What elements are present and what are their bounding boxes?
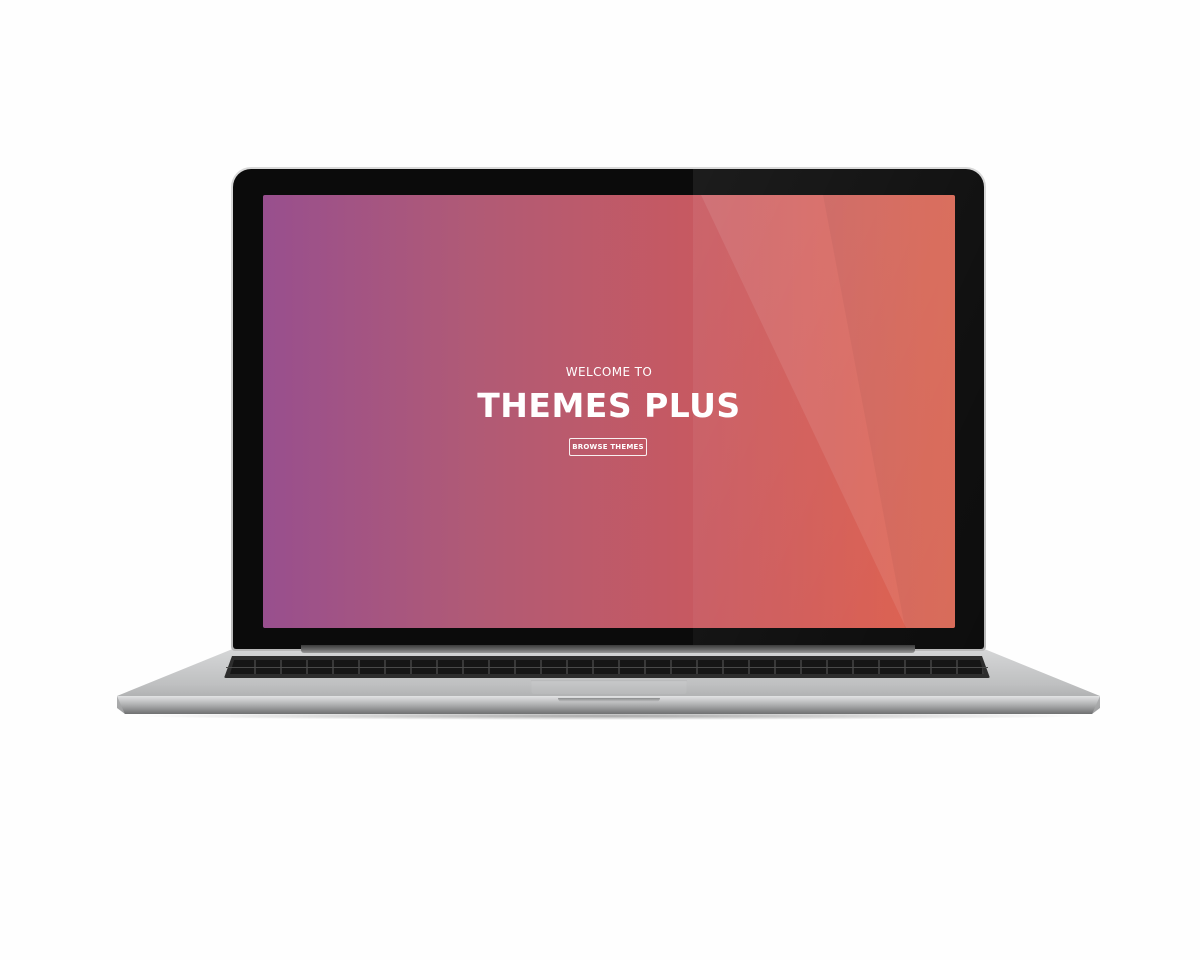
trackpad bbox=[531, 680, 687, 694]
screen-bezel: WELCOME TO THEMES PLUS BROWSE THEMES bbox=[233, 169, 984, 649]
laptop-lid: WELCOME TO THEMES PLUS BROWSE THEMES bbox=[231, 167, 986, 651]
laptop-hinge bbox=[301, 645, 915, 653]
laptop-screen: WELCOME TO THEMES PLUS BROWSE THEMES bbox=[263, 195, 955, 628]
laptop-mockup: WELCOME TO THEMES PLUS BROWSE THEMES bbox=[0, 0, 1200, 960]
browse-themes-button[interactable]: BROWSE THEMES bbox=[569, 438, 647, 456]
hero-eyebrow: WELCOME TO bbox=[565, 365, 653, 379]
hero-title: THEMES PLUS bbox=[477, 386, 741, 425]
keyboard-key-row-divider bbox=[226, 667, 988, 668]
hero-section: WELCOME TO THEMES PLUS BROWSE THEMES bbox=[263, 195, 955, 628]
lid-opening-notch bbox=[558, 698, 660, 702]
